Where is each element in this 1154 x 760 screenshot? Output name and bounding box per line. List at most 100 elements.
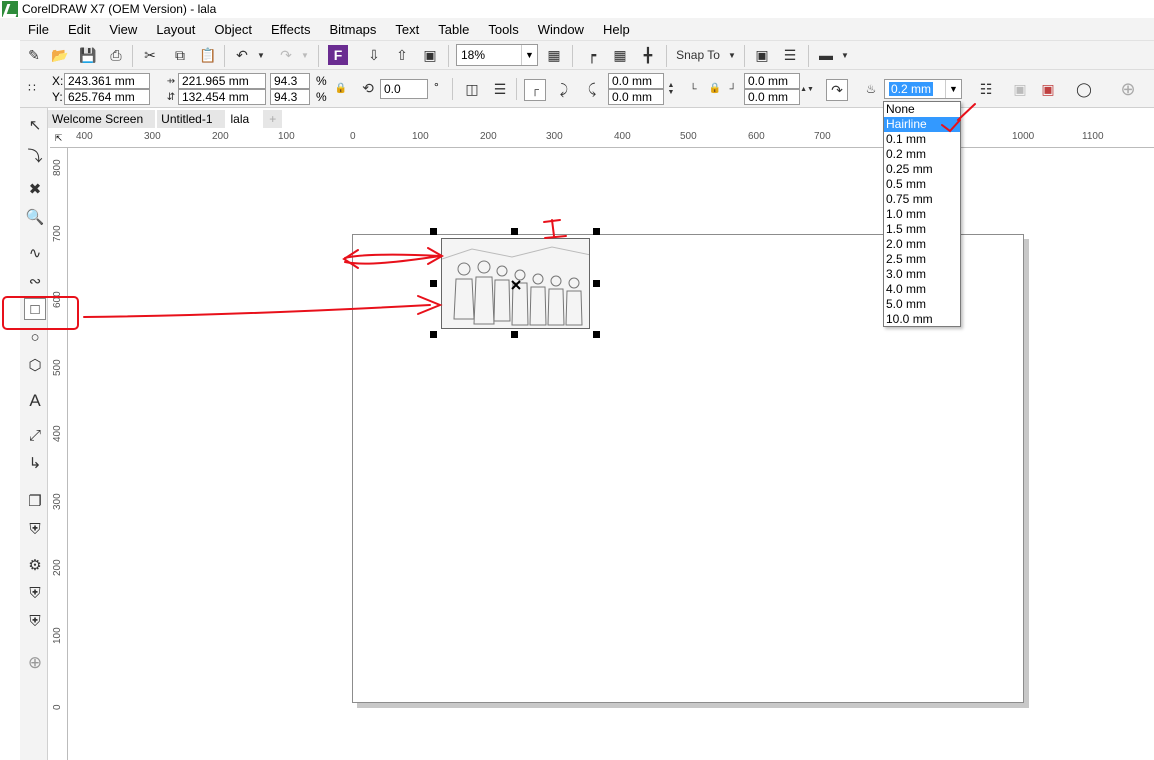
outline-option[interactable]: 0.2 mm xyxy=(884,147,960,162)
zoom-tool-icon[interactable]: 🔍 xyxy=(24,206,46,228)
artistic-media-tool-icon[interactable]: ∾ xyxy=(24,270,46,292)
outline-option[interactable]: 2.5 mm xyxy=(884,252,960,267)
add-icon[interactable]: ⊕ xyxy=(1118,79,1138,99)
corel-connect-icon[interactable]: F xyxy=(328,45,348,65)
connector-tool-icon[interactable]: ↳ xyxy=(24,452,46,474)
outline-option[interactable]: 10.0 mm xyxy=(884,312,960,327)
outline-option[interactable]: 5.0 mm xyxy=(884,297,960,312)
y-position-field[interactable]: 625.764 mm xyxy=(64,89,150,105)
menu-edit[interactable]: Edit xyxy=(68,22,90,37)
width-field[interactable]: 221.965 mm xyxy=(178,73,266,89)
scale-x-field[interactable]: 94.3 xyxy=(270,73,310,89)
mirror-horizontal-icon[interactable]: ◫ xyxy=(462,79,482,99)
zoom-level-select[interactable]: 18% ▼ xyxy=(456,44,538,66)
new-document-icon[interactable]: ✎ xyxy=(24,45,44,65)
horizontal-ruler[interactable]: 400 300 200 100 0 100 200 300 400 500 60… xyxy=(66,130,1154,148)
outline-option-hairline[interactable]: Hairline xyxy=(884,117,960,132)
round-corner-icon[interactable]: ┌ xyxy=(524,79,546,101)
to-front-icon[interactable]: ▣ xyxy=(1010,79,1030,99)
freehand-tool-icon[interactable]: ∿ xyxy=(24,242,46,264)
to-back-icon[interactable]: ▣ xyxy=(1038,79,1058,99)
rectangle-tool-icon[interactable]: □ xyxy=(24,298,46,320)
undo-icon[interactable]: ↶ xyxy=(232,45,252,65)
ellipse-tool-icon[interactable]: ○ xyxy=(24,326,46,348)
shape-tool-icon[interactable]: ⤵ xyxy=(24,144,46,166)
scale-y-field[interactable]: 94.3 xyxy=(270,89,310,105)
corner-radius-top-right-field[interactable]: 0.0 mm xyxy=(744,73,800,89)
redo-dropdown-icon[interactable]: ▼ xyxy=(300,45,310,65)
menu-help[interactable]: Help xyxy=(603,22,630,37)
show-grid-icon[interactable]: ▦ xyxy=(610,45,630,65)
selection-handle[interactable] xyxy=(430,331,437,338)
corner-spinner-icon[interactable]: ▲ ▼ xyxy=(666,73,676,105)
cut-icon[interactable]: ✂ xyxy=(140,45,160,65)
full-screen-icon[interactable]: ▦ xyxy=(544,45,564,65)
selection-handle[interactable] xyxy=(511,228,518,235)
polygon-tool-icon[interactable]: ⬡ xyxy=(24,354,46,376)
outline-option[interactable]: None xyxy=(884,102,960,117)
save-icon[interactable]: 💾 xyxy=(78,45,98,65)
outline-option[interactable]: 0.5 mm xyxy=(884,177,960,192)
menu-file[interactable]: File xyxy=(28,22,49,37)
undo-dropdown-icon[interactable]: ▼ xyxy=(256,45,266,65)
lock-corners-icon[interactable]: 🔒 xyxy=(708,80,722,96)
selection-handle[interactable] xyxy=(430,228,437,235)
open-folder-icon[interactable]: 📂 xyxy=(50,45,70,65)
eyedropper-tool-icon[interactable]: ⚙ xyxy=(24,554,46,576)
menu-object[interactable]: Object xyxy=(214,22,252,37)
selection-handle[interactable] xyxy=(593,280,600,287)
height-field[interactable]: 132.454 mm xyxy=(178,89,266,105)
paste-icon[interactable]: 📋 xyxy=(198,45,218,65)
selected-bitmap[interactable] xyxy=(441,238,590,329)
mirror-vertical-icon[interactable]: ☰ xyxy=(490,79,510,99)
menu-window[interactable]: Window xyxy=(538,22,584,37)
outline-option[interactable]: 1.0 mm xyxy=(884,207,960,222)
menu-table[interactable]: Table xyxy=(438,22,469,37)
outline-option[interactable]: 1.5 mm xyxy=(884,222,960,237)
outline-option[interactable]: 0.1 mm xyxy=(884,132,960,147)
lock-ratio-icon[interactable]: 🔒 xyxy=(334,80,348,96)
selection-handle[interactable] xyxy=(430,280,437,287)
menu-tools[interactable]: Tools xyxy=(488,22,518,37)
outline-option[interactable]: 4.0 mm xyxy=(884,282,960,297)
selection-handle[interactable] xyxy=(593,228,600,235)
redo-icon[interactable]: ↷ xyxy=(276,45,296,65)
tab-lala[interactable]: lala xyxy=(226,110,262,128)
text-tool-icon[interactable]: A xyxy=(24,390,46,412)
scalloped-corner-icon[interactable]: ⤸ xyxy=(554,79,574,99)
outline-option[interactable]: 0.75 mm xyxy=(884,192,960,207)
snap-to-button[interactable]: Snap To ▼ xyxy=(674,45,738,65)
tab-untitled-1[interactable]: Untitled-1 xyxy=(157,110,225,128)
copy-icon[interactable]: ⧉ xyxy=(170,45,190,65)
vertical-ruler[interactable]: 800 700 600 500 400 300 200 100 0 xyxy=(50,148,68,760)
show-guidelines-icon[interactable]: ╋ xyxy=(638,45,658,65)
print-icon[interactable]: ⎙ xyxy=(106,45,126,65)
drop-shadow-tool-icon[interactable]: ❐ xyxy=(24,490,46,512)
add-tool-icon[interactable]: ⊕ xyxy=(24,652,46,674)
menu-bitmaps[interactable]: Bitmaps xyxy=(329,22,376,37)
selection-handle[interactable] xyxy=(511,331,518,338)
reference-point-icon[interactable]: ∷ xyxy=(22,78,42,98)
text-wrap-icon[interactable]: ☷ xyxy=(976,79,996,99)
show-rulers-icon[interactable]: ┍ xyxy=(582,45,602,65)
menu-text[interactable]: Text xyxy=(395,22,419,37)
launch-dropdown-icon[interactable]: ▼ xyxy=(840,45,850,65)
crop-tool-icon[interactable]: ✖ xyxy=(24,178,46,200)
x-position-field[interactable]: 243.361 mm xyxy=(64,73,150,89)
chamfered-corner-icon[interactable]: ⤹ xyxy=(582,79,602,99)
selection-handle[interactable] xyxy=(593,331,600,338)
corner-radius-top-left-field[interactable]: 0.0 mm xyxy=(608,73,664,89)
options-icon[interactable]: ☰ xyxy=(780,45,800,65)
corner-spinner-right-icon[interactable]: ▲▼ xyxy=(800,73,814,105)
outline-option[interactable]: 3.0 mm xyxy=(884,267,960,282)
publish-pdf-icon[interactable]: ▣ xyxy=(420,45,440,65)
corner-radius-bottom-left-field[interactable]: 0.0 mm xyxy=(608,89,664,105)
convert-to-curves-icon[interactable]: ◯ xyxy=(1074,79,1094,99)
pick-tool-icon[interactable]: ↖ xyxy=(24,114,46,136)
menu-effects[interactable]: Effects xyxy=(271,22,311,37)
transparency-tool-icon[interactable]: ⛨ xyxy=(24,518,46,540)
add-tab-icon[interactable]: + xyxy=(263,110,283,128)
rotation-field[interactable]: 0.0 xyxy=(380,79,428,99)
relative-corner-scaling-icon[interactable]: ↷ xyxy=(826,79,848,101)
parallel-dimension-tool-icon[interactable]: ⤢ xyxy=(24,424,46,446)
